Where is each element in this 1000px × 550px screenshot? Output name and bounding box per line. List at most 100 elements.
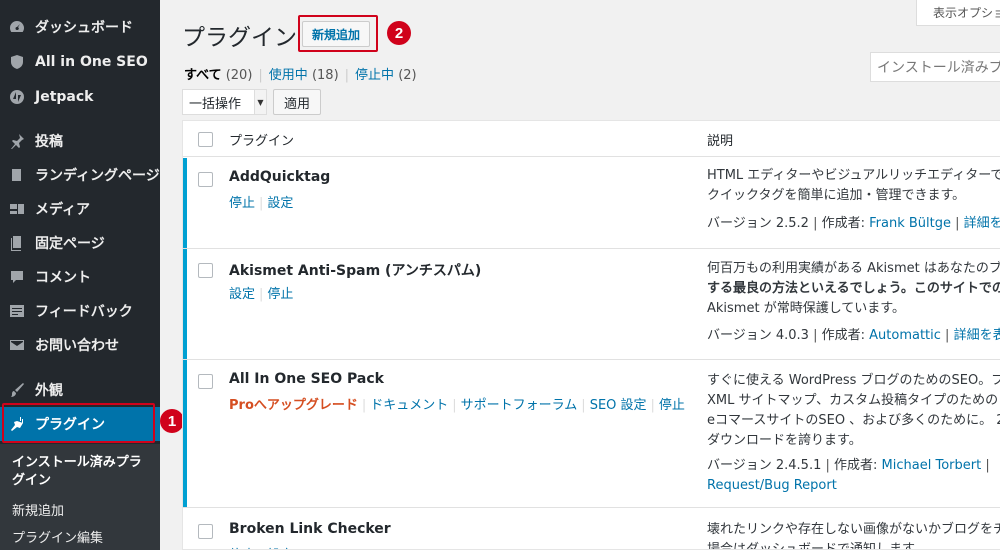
sidebar-item-pages[interactable]: 固定ページ [0,226,160,260]
chevron-down-icon: ▼ [254,90,266,114]
column-header-plugin[interactable]: プラグイン [229,130,294,149]
column-header-description: 説明 [707,134,734,149]
plugin-search-input[interactable]: インストール済みプラグインを検索... [870,52,1000,82]
plugin-meta: バージョン 2.4.5.1 | 作成者: Michael Torbert | R… [707,458,990,493]
details-link[interactable]: 詳細を表示 [954,328,1000,343]
documentation-link[interactable]: ドキュメント [370,398,448,413]
brush-icon [9,382,25,398]
author-label: 作成者: [834,458,878,473]
desc-line: eコマースサイトのSEO 、および多くのために。 20 [707,413,1000,428]
filter-all[interactable]: すべて [184,68,222,83]
pin-icon [9,133,25,149]
sidebar-item-label: 外観 [35,383,63,399]
sidebar-item-comments[interactable]: コメント [0,260,160,294]
author-link[interactable]: Frank Bültge [869,216,951,231]
deactivate-link[interactable]: 停止 [267,287,293,302]
desc-line: Akismet が常時保護しています。 [707,301,906,316]
plugin-name: Broken Link Checker [229,521,391,537]
settings-link[interactable]: 設定 [267,196,293,211]
table-row: AddQuicktag 停止 | 設定 HTML エディターやビジュアルリッチエディ… [183,158,1000,249]
sidebar-item-label: ランディングページ [35,168,160,184]
plugin-meta: バージョン 2.5.2 | 作成者: Frank Bültge | 詳細を表示 [707,214,1000,234]
row-actions: Proへアップグレード | ドキュメント | サポートフォーラム | SEO 設定 | 停止 [229,398,685,413]
desc-line: クイックタグを簡単に追加・管理できます。 [707,188,966,203]
page-title: プラグイン [182,25,297,51]
sidebar-item-contact[interactable]: お問い合わせ [0,328,160,362]
plugin-description: 何百万もの利用実績がある Akismet はあなたのブ する最良の方法といえるで… [707,259,1000,319]
desc-line: 場合はダッシュボードで通知します。 [707,542,927,550]
plugins-table: プラグイン 説明 AddQuicktag 停止 | 設定 HTML エディターやビジ… [182,120,1000,550]
row-checkbox[interactable] [198,172,213,187]
row-checkbox[interactable] [198,524,213,539]
dashboard-icon [9,19,25,35]
filter-active[interactable]: 使用中 [269,68,308,83]
highlight-add-new [298,15,378,52]
sidebar-item-label: 固定ページ [35,236,105,252]
sidebar-item-posts[interactable]: 投稿 [0,124,160,158]
settings-link[interactable]: 設定 [229,287,255,302]
pages-icon [9,235,25,251]
row-actions: 設定 | 停止 [229,287,294,302]
filter-inactive-count: (2) [398,68,417,83]
table-header: プラグイン 説明 [183,121,1000,157]
sidebar-item-dashboard[interactable]: ダッシュボード [0,10,160,44]
table-row: All In One SEO Pack Proへアップグレード | ドキュメント | サ… [183,360,1000,508]
bulk-action-select[interactable]: 一括操作 ▼ [182,89,267,115]
comment-icon [9,269,25,285]
mail-icon [9,337,25,353]
active-indicator [183,158,187,248]
author-label: 作成者: [821,328,865,343]
author-link[interactable]: Automattic [869,328,941,343]
sidebar-item-label: 投稿 [35,134,63,150]
desc-line: ダウンロードを誇ります。 [707,433,862,448]
sidebar-item-aioseo[interactable]: All in One SEO [0,45,160,79]
deactivate-link[interactable]: 停止 [229,196,255,211]
sidebar-item-media[interactable]: メディア [0,192,160,226]
sidebar-item-label: メディア [35,202,91,218]
row-checkbox[interactable] [198,374,213,389]
row-actions: 停止|設定 [229,196,294,211]
sidebar-item-label: コメント [35,270,91,286]
desc-line: XML サイトマップ、カスタム投稿タイプのための S [707,393,1000,408]
filter-inactive[interactable]: 停止中 [355,68,394,83]
step-badge-2: 2 [387,21,411,45]
plugin-meta: バージョン 4.0.3 | 作成者: Automattic | 詳細を表示 [707,326,1000,346]
desc-line: HTML エディターやビジュアルリッチエディターで [707,168,1000,183]
submenu-plugin-editor[interactable]: プラグイン編集 [12,527,103,546]
plugin-name: Akismet Anti-Spam (アンチスパム) [229,263,482,279]
active-indicator [183,249,187,359]
plugins-submenu: インストール済みプラグイン 新規追加 プラグイン編集 [0,444,160,550]
feedback-icon [9,303,25,319]
select-all-checkbox[interactable] [198,132,213,147]
deactivate-link[interactable]: 停止 [659,398,685,413]
version: バージョン 4.0.3 [707,328,809,343]
sidebar-item-label: All in One SEO [35,54,148,70]
row-actions: 停止|設定 [229,544,293,549]
sidebar-item-landing[interactable]: ランディングページ [0,158,160,192]
sidebar-item-label: フィードバック [35,304,133,320]
sidebar-item-jetpack[interactable]: Jetpack [0,80,160,114]
bug-report-link[interactable]: Request/Bug Report [707,478,837,493]
table-row: Broken Link Checker 停止|設定 壊れたリンクや存在しない画像… [183,508,1000,550]
submenu-add-new[interactable]: 新規追加 [12,500,64,519]
row-checkbox[interactable] [198,263,213,278]
sidebar-item-appearance[interactable]: 外観 [0,373,160,407]
filter-all-count: (20) [225,68,253,83]
screen-options-button[interactable]: 表示オプション [916,0,1000,26]
seo-settings-link[interactable]: SEO 設定 [590,398,647,413]
sidebar-item-label: お問い合わせ [35,338,119,354]
media-icon [9,201,25,217]
desc-line: すぐに使える WordPress ブログのためのSEO。プ [707,373,1000,388]
plugin-description: すぐに使える WordPress ブログのためのSEO。プ XML サイトマップ… [707,371,1000,451]
sidebar-item-feedback[interactable]: フィードバック [0,294,160,328]
plugin-name: All In One SEO Pack [229,371,384,387]
upgrade-pro-link[interactable]: Proへアップグレード [229,398,358,413]
details-link[interactable]: 詳細を表示 [964,216,1000,231]
plugin-description: HTML エディターやビジュアルリッチエディターで クイックタグを簡単に追加・管… [707,166,1000,206]
support-forum-link[interactable]: サポートフォーラム [461,398,578,413]
desc-line: 壊れたリンクや存在しない画像がないかブログをチ [707,522,1000,537]
sidebar-item-label: Jetpack [35,89,94,105]
apply-button[interactable]: 適用 [273,89,321,115]
submenu-installed-plugins[interactable]: インストール済みプラグイン [12,454,152,490]
author-link[interactable]: Michael Torbert [882,458,982,473]
